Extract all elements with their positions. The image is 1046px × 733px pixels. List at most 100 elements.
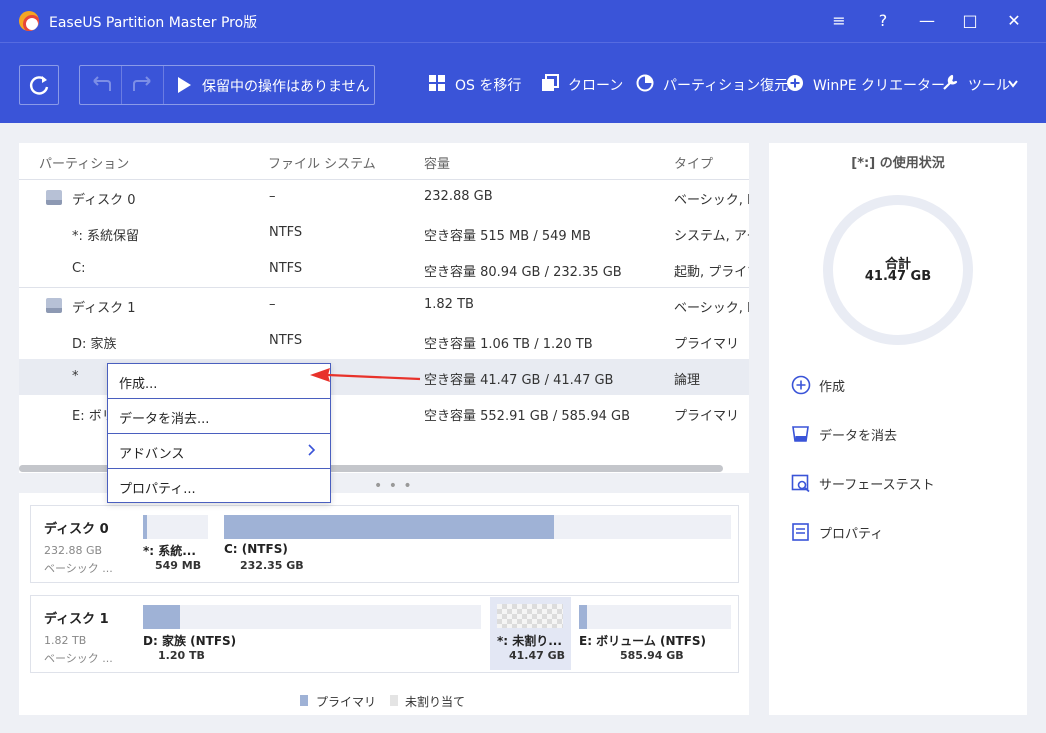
partition-recovery-label: パーティション復元 xyxy=(663,78,789,94)
row-name: ディスク 1 xyxy=(72,301,136,316)
column-header-filesystem[interactable]: ファイル システム xyxy=(268,153,376,172)
menu-icon[interactable]: ≡ xyxy=(826,8,852,34)
row-capacity: 1.82 TB xyxy=(424,297,474,312)
row-type: ベーシック, MB xyxy=(674,193,749,208)
chevron-down-icon xyxy=(1008,80,1018,88)
plus-circle-icon xyxy=(787,75,803,91)
minimize-icon[interactable]: — xyxy=(914,8,940,34)
partition-bar[interactable] xyxy=(579,605,731,629)
table-row[interactable]: D: 家族 NTFS 空き容量 1.06 TB / 1.20 TB プライマリ xyxy=(19,323,749,359)
legend-unallocated: 未割り当て xyxy=(390,693,465,710)
disk-name: ディスク 1 xyxy=(44,612,109,627)
eraser-icon xyxy=(792,426,809,442)
pie-icon xyxy=(636,74,654,92)
partition-size: 549 MB xyxy=(155,559,202,572)
partition-bar[interactable] xyxy=(143,515,208,539)
table-row-disk-0[interactable]: ディスク 0 – 232.88 GB ベーシック, MB xyxy=(19,179,749,215)
row-capacity: 空き容量 41.47 GB / 41.47 GB xyxy=(424,373,614,388)
row-fs: NTFS xyxy=(269,333,303,348)
refresh-icon xyxy=(30,76,49,95)
menu-item-label: 作成... xyxy=(119,377,158,392)
disk-type: ベーシック ... xyxy=(44,562,113,575)
row-fs: NTFS xyxy=(269,225,303,240)
partition-size: 1.20 TB xyxy=(158,649,205,662)
pending-label: 保留中の操作はありません xyxy=(202,79,370,95)
help-icon[interactable]: ? xyxy=(870,8,896,34)
unallocated-bar[interactable] xyxy=(497,604,563,628)
menu-item-label: プロパティ... xyxy=(119,482,196,497)
plus-circle-icon xyxy=(791,375,811,395)
undo-button[interactable] xyxy=(80,66,122,104)
row-type: システム, アクテ xyxy=(674,229,749,244)
row-name: * xyxy=(72,369,79,384)
usage-fill xyxy=(143,515,147,539)
row-type: プライマリ xyxy=(674,409,740,424)
row-capacity: 空き容量 80.94 GB / 232.35 GB xyxy=(424,265,622,280)
maximize-icon[interactable]: □ xyxy=(957,8,983,34)
apply-pending-button[interactable]: 保留中の操作はありません xyxy=(164,66,374,104)
column-header-partition[interactable]: パーティション xyxy=(39,153,129,172)
row-type: プライマリ xyxy=(674,337,740,352)
tools-label: ツール xyxy=(968,78,1010,94)
action-label: データを消去 xyxy=(819,429,898,444)
clone-label: クローン xyxy=(568,78,624,94)
row-type: 論理 xyxy=(674,373,701,388)
partition-size: 41.47 GB xyxy=(509,649,566,662)
partition-label: C: (NTFS) xyxy=(224,542,288,556)
redo-button[interactable] xyxy=(122,66,164,104)
legend-swatch xyxy=(390,695,398,706)
close-icon[interactable]: ✕ xyxy=(1001,8,1027,34)
partition-label: *: 未割り... xyxy=(497,634,562,648)
disk-card-0[interactable]: ディスク 0 232.88 GB ベーシック ... *: 系統... 549 … xyxy=(30,505,739,583)
action-label: プロパティ xyxy=(819,527,884,542)
properties-icon xyxy=(792,523,809,541)
usage-title: [*:] の使用状況 xyxy=(851,156,945,171)
usage-fill xyxy=(143,605,181,629)
menu-item-properties[interactable]: プロパティ... xyxy=(108,469,330,504)
splitter-handle[interactable]: • • • xyxy=(374,478,413,494)
menu-item-wipe-data[interactable]: データを消去... xyxy=(108,399,330,434)
column-header-type[interactable]: タイプ xyxy=(674,153,713,172)
table-row-disk-1[interactable]: ディスク 1 – 1.82 TB ベーシック, MB xyxy=(19,287,749,323)
menu-item-label: アドバンス xyxy=(119,447,185,462)
row-type: ベーシック, MB xyxy=(674,301,749,316)
row-capacity: 232.88 GB xyxy=(424,189,493,204)
legend-label: プライマリ xyxy=(316,695,377,709)
partition-size: 232.35 GB xyxy=(240,559,304,572)
usage-fill xyxy=(224,515,554,539)
partition-label: *: 系統... xyxy=(143,544,196,558)
refresh-button[interactable] xyxy=(19,65,59,105)
usage-donut: 合計 41.47 GB xyxy=(823,195,973,345)
table-row[interactable]: C: NTFS 空き容量 80.94 GB / 232.35 GB 起動, プラ… xyxy=(19,251,749,287)
redo-icon xyxy=(133,76,151,91)
disk-size: 1.82 TB xyxy=(44,634,87,647)
winpe-creator-label: WinPE クリエーター xyxy=(813,78,946,94)
context-menu: 作成... データを消去... アドバンス プロパティ... xyxy=(107,363,331,503)
legend-label: 未割り当て xyxy=(405,695,466,709)
app-logo-icon xyxy=(19,11,39,31)
partition-size: 585.94 GB xyxy=(620,649,684,662)
row-capacity: 空き容量 552.91 GB / 585.94 GB xyxy=(424,409,631,424)
row-fs: – xyxy=(269,189,276,204)
disk-size: 232.88 GB xyxy=(44,544,103,557)
row-fs: NTFS xyxy=(269,261,303,276)
total-value: 41.47 GB xyxy=(864,269,932,284)
partition-bar[interactable] xyxy=(224,515,731,539)
title-bar: EaseUS Partition Master Pro版 ≡ ? — □ ✕ xyxy=(0,0,1046,42)
row-name: D: 家族 xyxy=(72,337,117,352)
table-row[interactable]: *: 系統保留 NTFS 空き容量 515 MB / 549 MB システム, … xyxy=(19,215,749,251)
disk-card-1[interactable]: ディスク 1 1.82 TB ベーシック ... D: 家族 (NTFS) 1.… xyxy=(30,595,739,673)
disk-icon xyxy=(46,190,62,205)
column-header-capacity[interactable]: 容量 xyxy=(424,153,450,172)
menu-item-advanced[interactable]: アドバンス xyxy=(108,434,330,469)
row-name: ディスク 0 xyxy=(72,193,136,208)
chevron-right-icon xyxy=(308,444,316,456)
row-name: C: xyxy=(72,261,86,276)
usage-fill xyxy=(579,605,587,629)
partition-bar[interactable] xyxy=(143,605,481,629)
row-fs: – xyxy=(269,297,276,312)
disk-icon xyxy=(46,298,62,313)
menu-item-create[interactable]: 作成... xyxy=(108,364,330,399)
annotation-arrow-icon xyxy=(310,368,421,382)
action-label: 作成 xyxy=(819,380,846,395)
